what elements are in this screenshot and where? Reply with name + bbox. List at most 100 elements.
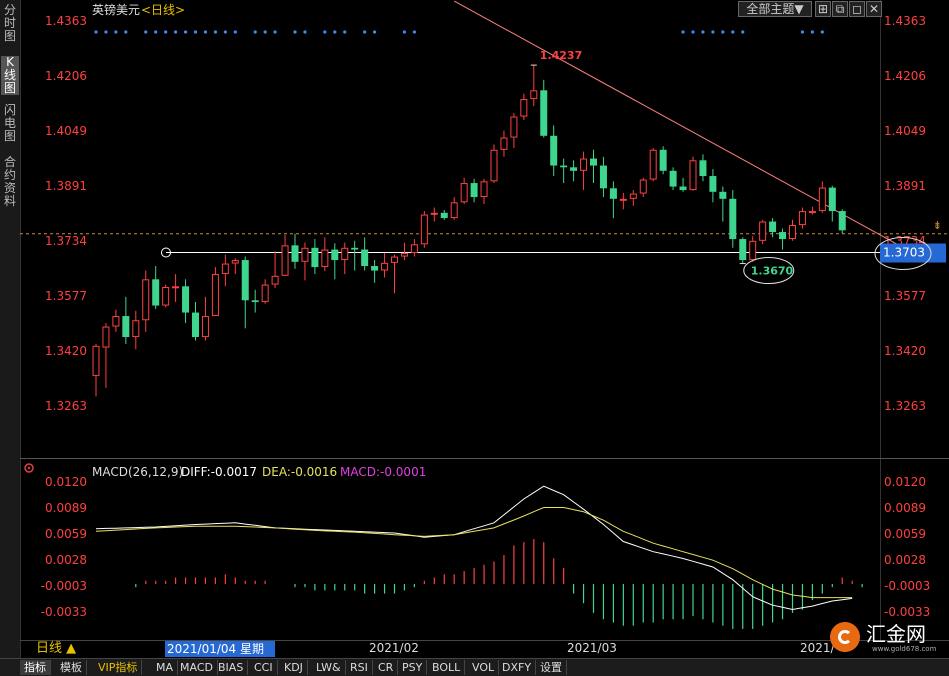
signal-dot <box>203 30 208 34</box>
macd-axis-left: 0.0120 0.0089 0.0059 0.0028 -0.0003 -0.0033 <box>41 475 87 619</box>
candle-body <box>311 247 319 268</box>
chart-canvas: 英镑美元 <日线> 1.4363 1.4206 1.4049 1.3891 1.3734… <box>20 0 949 658</box>
signal-dot <box>711 30 715 34</box>
dashed-level-arrow-icon: ⇟ <box>933 219 942 232</box>
gold678-logo: 汇金网 www.gold678.com <box>830 622 945 656</box>
macd-dea-value: DEA:-0.0016 <box>262 465 337 479</box>
candle-body <box>669 170 677 187</box>
signal-dot <box>193 30 198 34</box>
indicator-tab[interactable]: PSY <box>398 660 428 675</box>
candle-body <box>251 300 259 303</box>
signal-dot <box>253 30 257 34</box>
indicator-tab[interactable]: MACD <box>176 660 218 675</box>
candle-body <box>162 287 170 306</box>
candle-body <box>201 316 209 338</box>
macd-tick-label: 0.0028 <box>884 553 926 567</box>
indicator-tab[interactable]: VOL <box>468 660 500 675</box>
indicator-tab[interactable]: 指标 <box>20 660 51 675</box>
candle-body <box>241 260 249 301</box>
indicator-tab[interactable]: MA <box>152 660 179 675</box>
price-axis-right: 1.43631.42061.40491.38911.37341.35771.34… <box>884 14 926 413</box>
date-box: 2021/01/04 星期一 <box>165 641 275 672</box>
macd-tick-label: -0.0003 <box>884 579 930 593</box>
candle-body <box>172 286 180 289</box>
price-axis-left: 1.4363 1.4206 1.4049 1.3891 1.3734 1.3577 1.34… <box>45 14 87 413</box>
candle-body <box>739 239 747 261</box>
period-button[interactable]: 日线 ▲ <box>36 641 76 657</box>
candle-body <box>729 198 737 240</box>
candle-body <box>440 212 448 219</box>
price-tick-label: 1.3420 <box>45 344 87 358</box>
macd-tick-label: -0.0033 <box>41 605 87 619</box>
signal-dot <box>721 30 725 34</box>
candle-body <box>599 165 607 189</box>
maximize-icon[interactable]: ◻ <box>849 1 865 17</box>
candle-body <box>102 326 110 348</box>
x-label-mar: 2021/03 <box>567 641 617 655</box>
indicator-tab[interactable]: CR <box>374 660 399 675</box>
candle-body <box>709 176 717 192</box>
signal-dot <box>213 30 217 34</box>
macd-tick-label: -0.0003 <box>41 579 87 593</box>
candle-body <box>291 245 299 262</box>
signal-dot <box>810 30 815 34</box>
gold678-logo-icon <box>830 622 860 652</box>
signal-dot <box>701 30 705 34</box>
price-tick-label: 1.3263 <box>45 399 87 413</box>
macd-settings-icon[interactable] <box>24 463 34 473</box>
candle-body <box>470 183 478 198</box>
signal-dot <box>323 30 327 34</box>
current-price-label: 1.3703 <box>883 246 925 260</box>
candle-body <box>391 256 398 263</box>
theme-select[interactable]: 全部主题▼ <box>738 1 812 17</box>
candle-body <box>679 186 687 191</box>
candle-body <box>182 286 190 313</box>
macd-tick-label: 0.0059 <box>884 527 926 541</box>
price-tick-label: 1.4049 <box>45 124 87 138</box>
candle-body <box>122 316 130 338</box>
indicator-tab[interactable]: RSI <box>346 660 373 675</box>
candle-body <box>629 193 637 199</box>
window-icon[interactable]: ⊞ <box>815 1 831 17</box>
price-tick-label: 1.3577 <box>884 289 926 303</box>
macd-axis-right: 0.0120 0.0089 0.0059 0.0028 -0.0003 -0.0033 <box>884 475 930 619</box>
macd-tick-label: 0.0089 <box>45 501 87 515</box>
indicator-tab[interactable]: LW& <box>312 660 346 675</box>
candle-body <box>649 149 657 180</box>
price-tick-label: 1.3420 <box>884 344 926 358</box>
candle-body <box>152 279 160 306</box>
candle-body <box>789 225 796 240</box>
indicator-tab[interactable]: VIP指标 <box>94 660 143 675</box>
candles <box>92 64 846 397</box>
indicator-tab[interactable]: CCI <box>250 660 278 675</box>
macd-tick-label: 0.0028 <box>45 553 87 567</box>
signal-dot <box>114 30 118 34</box>
candle-body <box>142 279 150 321</box>
candle-body <box>450 202 458 219</box>
candle-body <box>818 187 826 212</box>
candle-body <box>460 183 468 203</box>
candle-body <box>341 247 349 261</box>
close-icon[interactable]: ✕ <box>866 1 882 17</box>
price-tick-label: 1.3891 <box>45 179 87 193</box>
price-tick-label: 1.3577 <box>45 289 87 303</box>
indicator-tab[interactable]: BIAS <box>214 660 249 675</box>
candle-body <box>371 266 379 271</box>
restore-icon[interactable]: ⧉ <box>832 1 848 17</box>
indicator-tab[interactable]: 设置 <box>536 660 567 675</box>
indicator-tab[interactable]: KDJ <box>280 660 308 675</box>
indicator-tab[interactable]: DXFY <box>498 660 537 675</box>
candle-body <box>550 135 558 166</box>
indicator-tab[interactable]: 模板 <box>56 660 87 675</box>
candle-body <box>281 245 289 276</box>
candle-body <box>769 221 777 233</box>
macd-diff-line <box>95 485 853 611</box>
macd-hist-value: MACD:-0.0001 <box>340 465 426 479</box>
macd-tick-label: 0.0120 <box>45 475 87 489</box>
indicator-tab[interactable]: BOLL <box>428 660 466 675</box>
candle-body <box>808 211 816 214</box>
candle-body <box>749 240 757 261</box>
price-tick-label: 1.4363 <box>884 14 926 28</box>
candle-body <box>500 137 508 150</box>
signal-dot <box>174 30 178 34</box>
